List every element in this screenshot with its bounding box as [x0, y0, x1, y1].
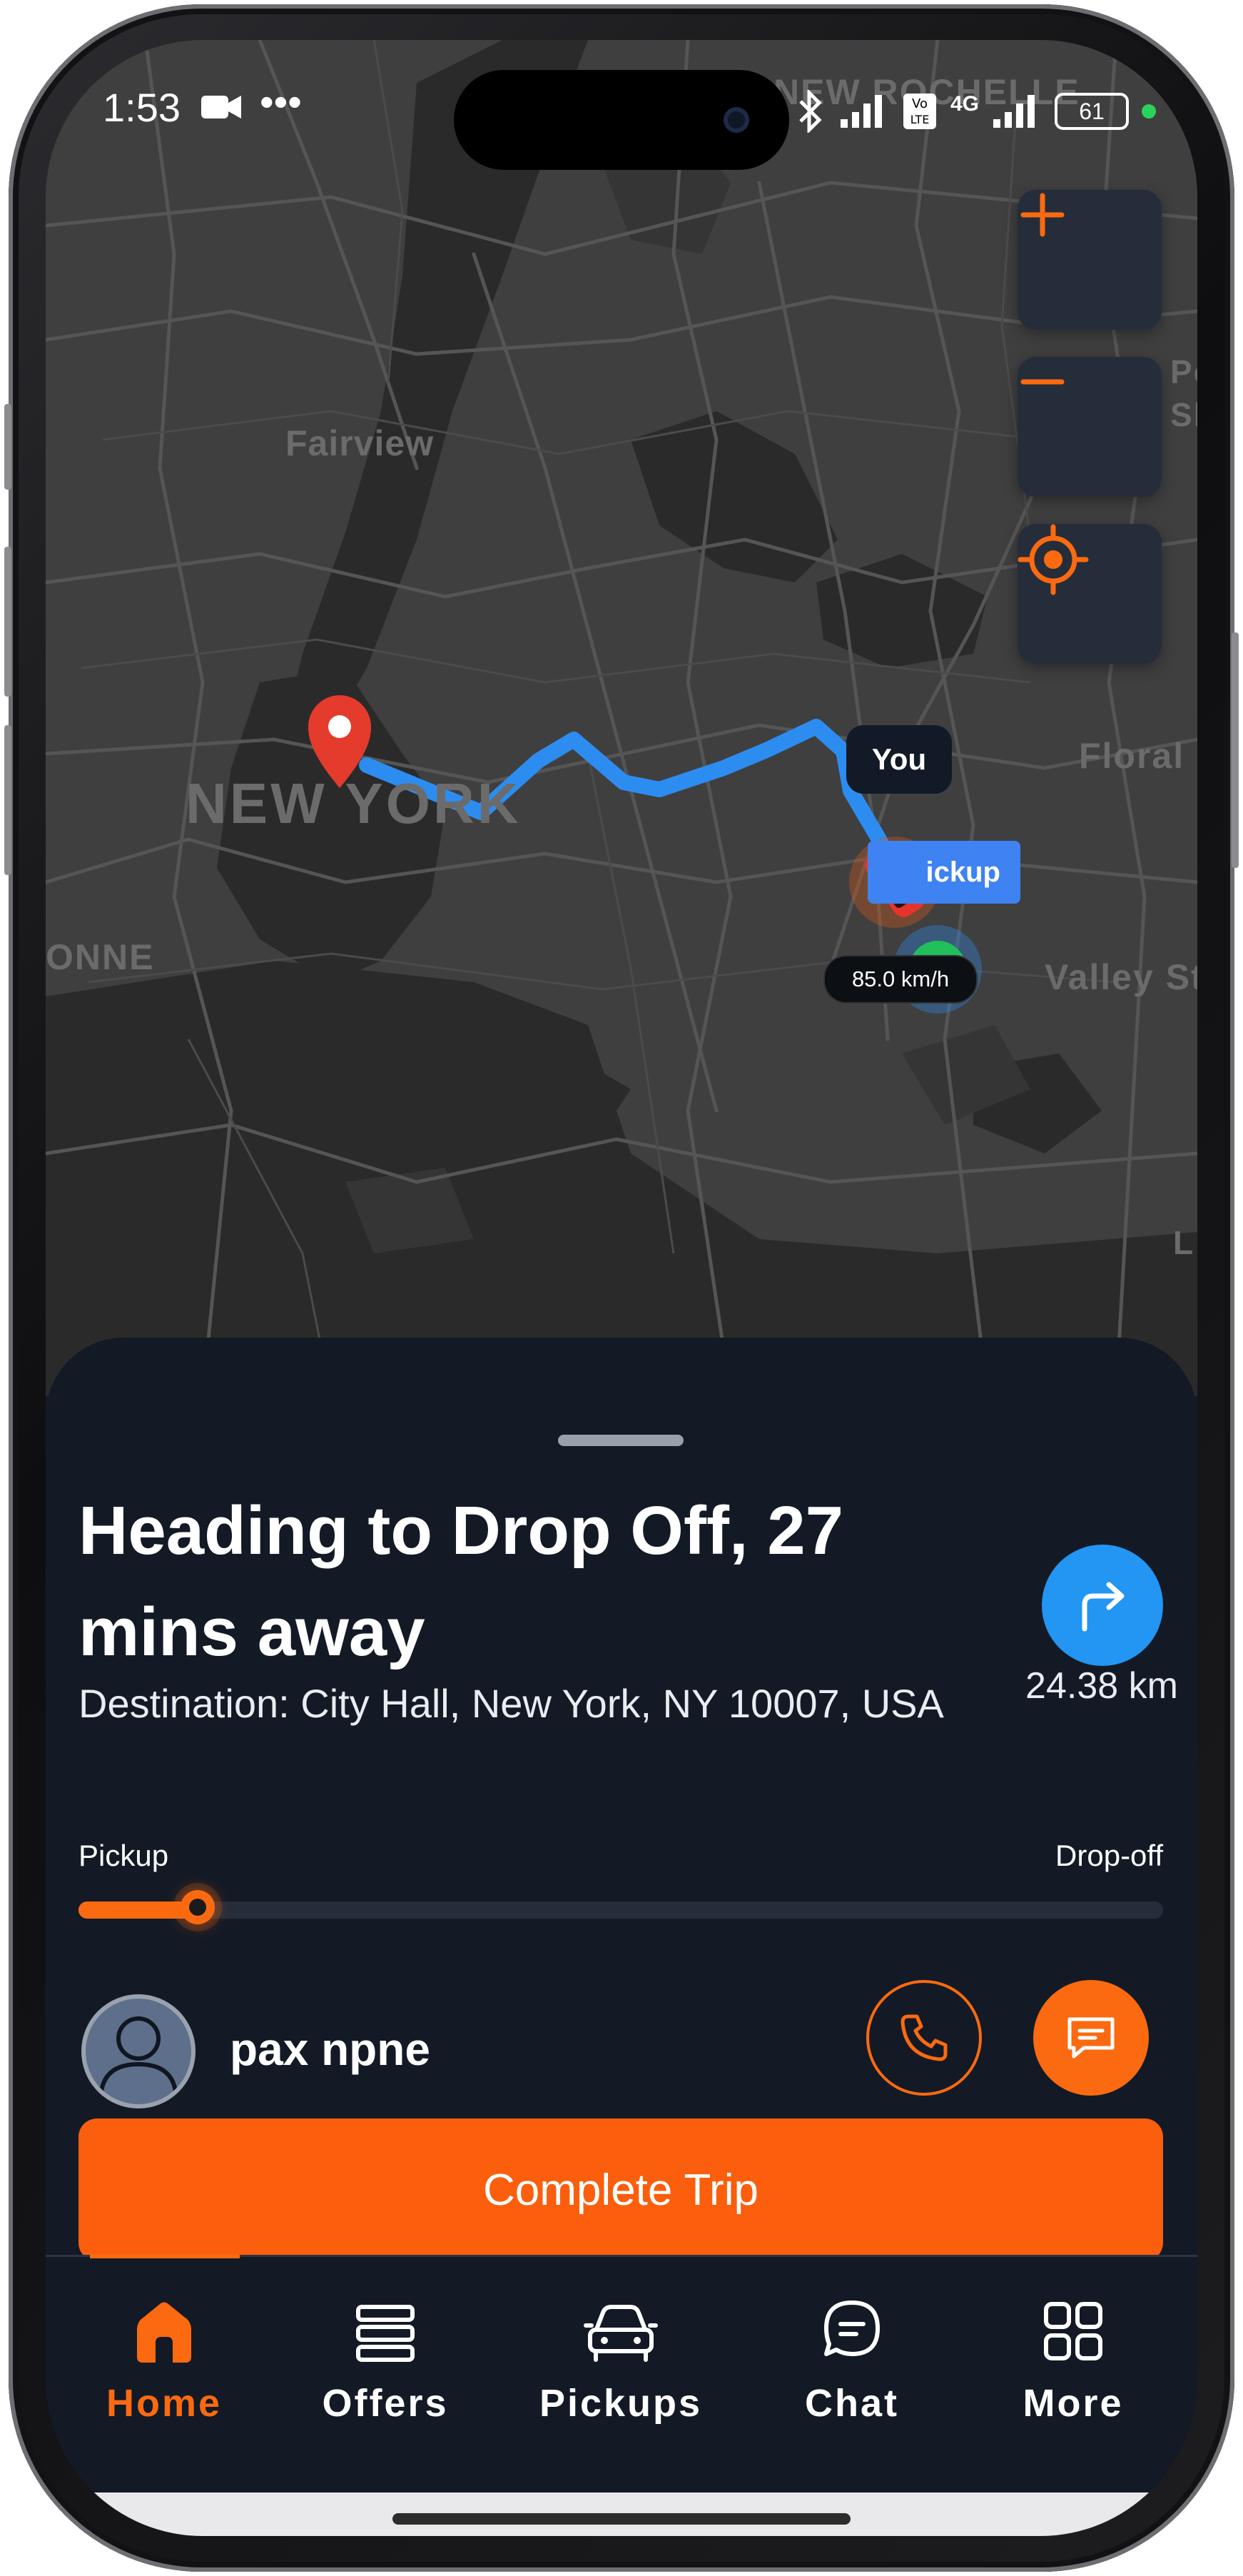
side-button-right [1232, 632, 1239, 868]
trip-progress-fill [78, 1901, 198, 1919]
screen: Fairview NEW YORK NEW ROCHELLE Floral P … [46, 40, 1197, 2536]
sheet-grabber[interactable] [558, 1435, 684, 1446]
home-icon [137, 2302, 191, 2363]
status-bar: 1:53 ••• Vo LTE 4G 61 [46, 40, 1197, 183]
pickup-tag: ickup [868, 841, 1020, 904]
recenter-button[interactable] [1018, 524, 1162, 664]
side-button-left [4, 725, 11, 875]
active-tab-indicator [90, 2254, 240, 2258]
map-label-po: Po [1170, 353, 1197, 390]
turn-right-icon [1082, 1582, 1125, 1632]
trip-progress-knob [181, 1890, 215, 1924]
dynamic-island [454, 70, 789, 170]
side-button-left [4, 547, 11, 697]
tab-chat-label: Chat [805, 2382, 899, 2425]
tab-home-label: Home [106, 2382, 223, 2425]
zoom-out-button[interactable] [1018, 357, 1162, 497]
network-type: 4G [950, 92, 980, 116]
volte-icon: Vo LTE [903, 94, 936, 129]
map-label-new-york: NEW YORK [186, 772, 522, 835]
map-label-fairview: Fairview [285, 423, 435, 463]
phone-icon [900, 2014, 948, 2061]
message-icon [1067, 2017, 1115, 2059]
more-dots-icon: ••• [260, 79, 302, 124]
progress-end-label: Drop-off [1055, 1839, 1163, 1872]
home-indicator[interactable] [392, 2513, 851, 2525]
avatar [81, 1994, 196, 2108]
car-icon [584, 2305, 658, 2362]
call-button[interactable] [866, 1980, 982, 2096]
speed-readout: 85.0 km/h [823, 955, 978, 1004]
svg-text:Vo: Vo [912, 96, 928, 111]
passenger-name: pax npne [230, 2024, 430, 2075]
bluetooth-icon [799, 90, 822, 133]
mic-indicator-icon [1142, 104, 1157, 118]
side-button-left [4, 404, 11, 490]
progress-start-label: Pickup [78, 1839, 169, 1872]
battery-indicator: 61 [1055, 93, 1130, 130]
tab-pickups[interactable]: Pickups [514, 2285, 728, 2425]
complete-trip-button[interactable]: Complete Trip [78, 2118, 1163, 2261]
grid-icon [1044, 2302, 1102, 2360]
map-label-l: L [1173, 1224, 1195, 1261]
signal-icon [993, 95, 1035, 128]
crosshair-icon [1018, 524, 1089, 595]
trip-heading: Heading to Drop Off, 27 mins away [78, 1492, 844, 1670]
tab-offers-label: Offers [322, 2382, 449, 2425]
front-camera [724, 107, 749, 133]
video-camera-icon [201, 96, 241, 118]
message-button[interactable] [1033, 1980, 1149, 2096]
tab-home[interactable]: Home [57, 2285, 271, 2425]
tab-pickups-label: Pickups [539, 2382, 703, 2425]
you-tooltip: You [846, 725, 952, 794]
map-label-onne: ONNE [46, 937, 155, 977]
svg-text:LTE: LTE [910, 113, 930, 126]
tab-chat[interactable]: Chat [745, 2285, 959, 2425]
status-time: 1:53 [103, 85, 181, 130]
user-icon [99, 2016, 178, 2092]
list-icon [356, 2305, 415, 2362]
tab-more-label: More [1023, 2382, 1124, 2425]
tab-offers[interactable]: Offers [278, 2285, 492, 2425]
zoom-in-button[interactable] [1018, 190, 1162, 330]
plus-icon [1020, 193, 1065, 237]
navigate-button[interactable] [1042, 1545, 1163, 1666]
signal-icon [841, 95, 882, 128]
map-view[interactable]: Fairview NEW YORK NEW ROCHELLE Floral P … [46, 40, 1197, 1396]
trip-distance: 24.38 km [1025, 1665, 1178, 1707]
map-label-sh: Sh [1170, 396, 1197, 433]
map-label-floral: Floral P [1079, 736, 1197, 776]
map-label-valley: Valley St [1045, 957, 1197, 997]
status-indicators: Vo LTE 4G 61 [795, 90, 1157, 133]
trip-progress-bar [78, 1890, 1163, 1924]
trip-destination: Destination: City Hall, New York, NY 100… [78, 1681, 944, 1726]
minus-icon [1020, 379, 1065, 385]
chat-icon [824, 2300, 880, 2356]
tab-more[interactable]: More [966, 2285, 1180, 2425]
